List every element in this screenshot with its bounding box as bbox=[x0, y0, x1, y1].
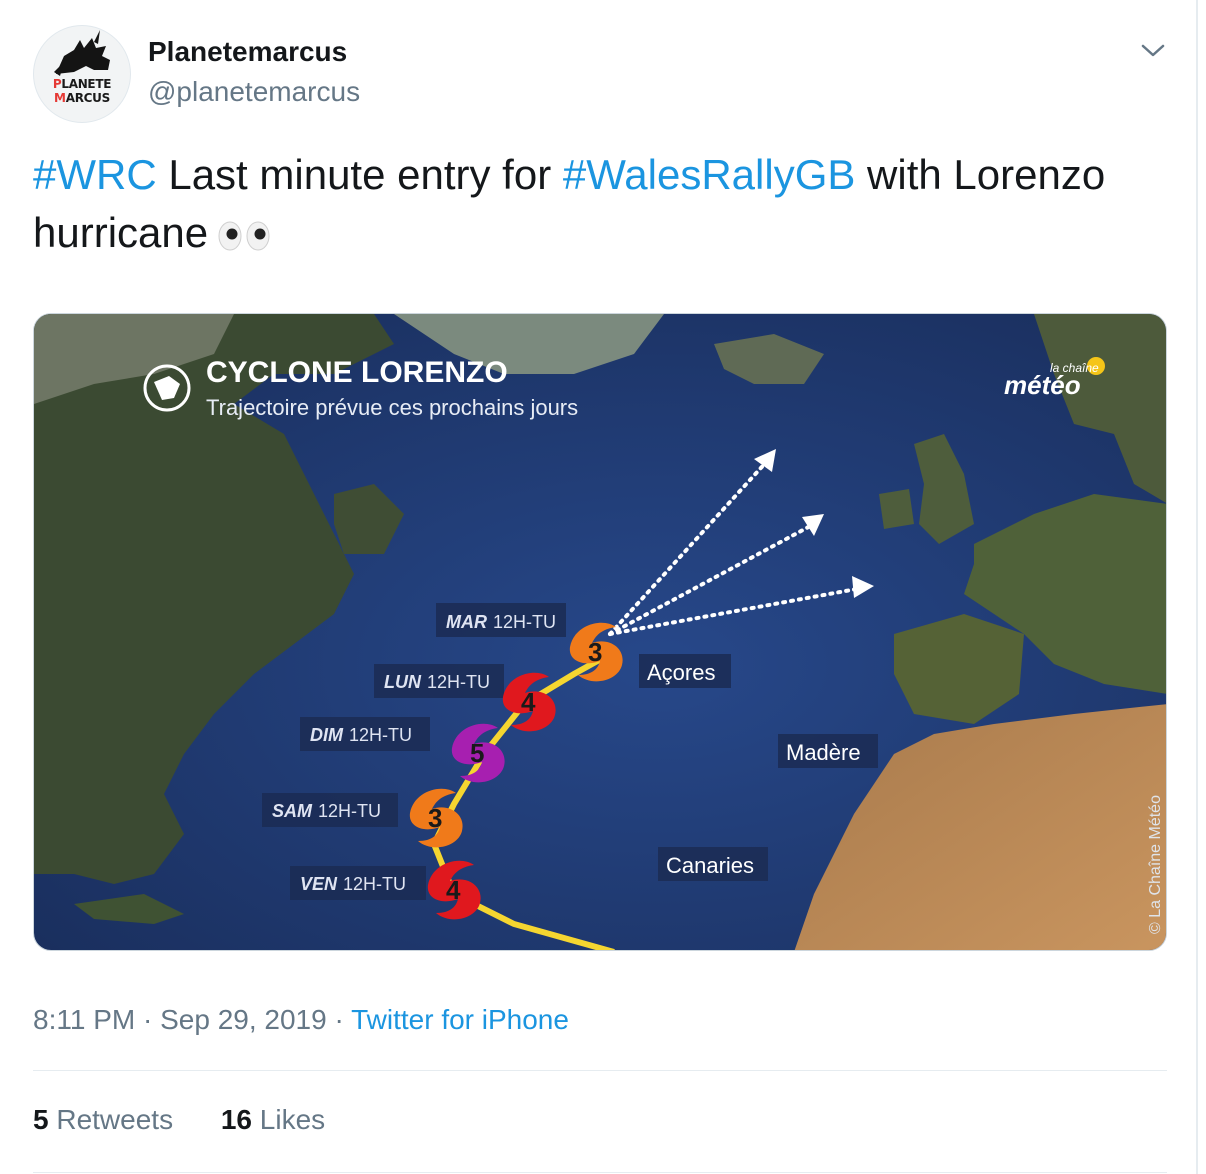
tweet-time[interactable]: 8:11 PM bbox=[33, 1004, 135, 1035]
place-label-canaries: Canaries bbox=[666, 853, 754, 878]
likes-stat[interactable]: 16 Likes bbox=[221, 1104, 325, 1135]
avatar-line1: PLANETE bbox=[52, 77, 112, 91]
tweet-text: #WRC Last minute entry for #WalesRallyGB… bbox=[33, 146, 1173, 262]
svg-text:4: 4 bbox=[446, 875, 461, 905]
svg-text:5: 5 bbox=[470, 738, 484, 768]
hashtag-walesrallygb-link[interactable]: #WalesRallyGB bbox=[563, 151, 856, 198]
hashtag-wrc-link[interactable]: #WRC bbox=[33, 151, 157, 198]
tweet-meta: 8:11 PM · Sep 29, 2019 · Twitter for iPh… bbox=[33, 1004, 569, 1035]
map-subtitle: Trajectoire prévue ces prochains jours bbox=[206, 395, 578, 420]
eyes-emoji-icon bbox=[218, 221, 270, 251]
tweet-stats: 5 Retweets 16 Likes bbox=[33, 1104, 365, 1136]
svg-text:4: 4 bbox=[521, 687, 536, 717]
chevron-down-icon[interactable] bbox=[1138, 38, 1168, 62]
place-label-madere: Madère bbox=[786, 740, 861, 765]
place-label-acores: Açores bbox=[647, 660, 715, 685]
day-label-dim: DIM 12H-TU bbox=[310, 725, 412, 745]
tweet-media-image[interactable]: CYCLONE LORENZO Trajectoire prévue ces p… bbox=[33, 313, 1167, 951]
display-name[interactable]: Planetemarcus bbox=[148, 36, 347, 68]
avatar[interactable]: PLANETE MARCUS bbox=[33, 25, 131, 123]
divider bbox=[33, 1070, 1167, 1071]
brand-logo-text: météo bbox=[1004, 370, 1081, 400]
tweet-text-part1: Last minute entry for bbox=[156, 151, 563, 198]
tweet-source-link[interactable]: Twitter for iPhone bbox=[351, 1004, 569, 1035]
tweet-card: PLANETE MARCUS Planetemarcus @planetemar… bbox=[0, 0, 1198, 1174]
divider bbox=[33, 1172, 1167, 1173]
map-title: CYCLONE LORENZO bbox=[206, 356, 508, 389]
retweets-stat[interactable]: 5 Retweets bbox=[33, 1104, 173, 1135]
day-label-lun: LUN 12H-TU bbox=[384, 672, 490, 692]
user-handle[interactable]: @planetemarcus bbox=[148, 76, 360, 108]
day-label-sam: SAM 12H-TU bbox=[272, 801, 381, 821]
svg-text:3: 3 bbox=[428, 803, 442, 833]
hurricane-map: CYCLONE LORENZO Trajectoire prévue ces p… bbox=[34, 314, 1166, 950]
copyright-text: © La Chaîne Météo bbox=[1147, 795, 1164, 934]
tweet-date[interactable]: Sep 29, 2019 bbox=[160, 1004, 327, 1035]
svg-text:3: 3 bbox=[588, 637, 602, 667]
rhino-logo-icon bbox=[54, 30, 110, 76]
day-label-ven: VEN 12H-TU bbox=[300, 874, 406, 894]
avatar-line2: MARCUS bbox=[54, 91, 110, 105]
day-label-mar: MAR 12H-TU bbox=[446, 612, 556, 632]
